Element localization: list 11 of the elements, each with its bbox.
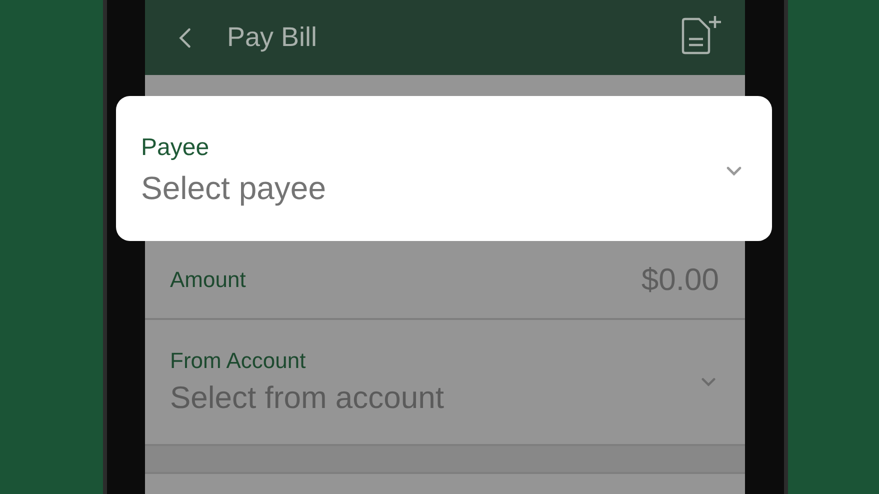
payee-field[interactable]: Payee Select payee: [116, 96, 772, 241]
field-placeholder: Select from account: [170, 380, 445, 416]
field-label: From Account: [170, 348, 307, 374]
field-label: Payee: [141, 134, 210, 162]
field-label: Amount: [170, 266, 246, 292]
field-placeholder: Select payee: [141, 170, 328, 207]
back-icon[interactable]: [179, 26, 191, 48]
screen-title: Pay Bill: [227, 22, 318, 53]
chevron-down-icon: [726, 166, 742, 176]
chevron-down-icon: [701, 377, 716, 387]
add-document-icon[interactable]: [679, 14, 723, 56]
